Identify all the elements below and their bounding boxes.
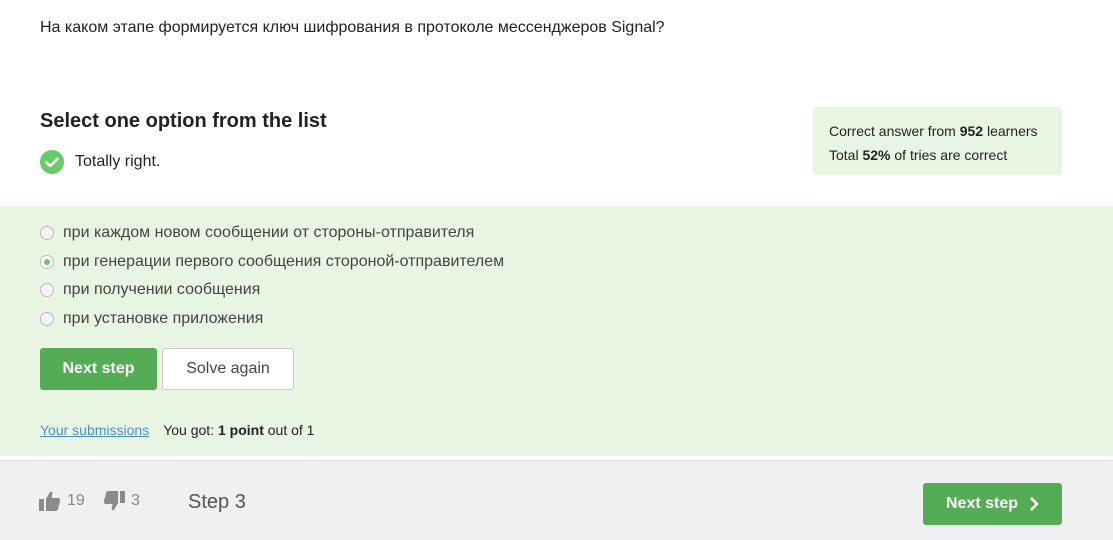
option-4[interactable]: при установке приложения (40, 310, 263, 328)
stats-line1-prefix: Correct answer from (829, 123, 960, 139)
instruction-heading: Select one option from the list (40, 110, 327, 132)
check-circle-icon (40, 150, 64, 174)
radio-button-selected[interactable] (40, 255, 54, 269)
step-label: Step 3 (188, 491, 246, 513)
submissions-row: Your submissions You got: 1 point out of… (40, 422, 314, 438)
radio-button[interactable] (40, 226, 54, 240)
stats-line2-suffix: of tries are correct (890, 147, 1008, 163)
correct-percent: 52% (862, 147, 891, 163)
option-label: при каждом новом сообщении от стороны-от… (63, 224, 475, 241)
stats-learners-line: Correct answer from 952 learners (829, 119, 1062, 143)
stats-line1-suffix: learners (983, 123, 1038, 139)
option-label: при установке приложения (63, 310, 264, 327)
chevron-right-icon (1030, 497, 1039, 511)
stats-percent-line: Total 52% of tries are correct (829, 143, 1062, 167)
score-suffix: out of 1 (263, 422, 315, 438)
result-text: Totally right. (75, 153, 161, 170)
question-text: На каком этапе формируется ключ шифрован… (40, 19, 665, 36)
footer-next-step-label: Next step (945, 495, 1019, 512)
stats-box: Correct answer from 952 learners Total 5… (813, 107, 1062, 175)
dislike-button[interactable]: 3 (103, 491, 140, 511)
dislike-count: 3 (131, 492, 140, 509)
radio-button[interactable] (40, 283, 54, 297)
footer-bar: 19 3 Step 3 Next step (0, 460, 1113, 540)
like-count: 19 (67, 492, 85, 509)
your-submissions-link[interactable]: Your submissions (40, 422, 149, 438)
stats-line2-prefix: Total (829, 147, 863, 163)
option-label: при генерации первого сообщения стороной… (63, 253, 505, 270)
option-3[interactable]: при получении сообщения (40, 281, 260, 299)
solve-again-button[interactable]: Solve again (162, 348, 294, 390)
thumbs-up-icon (39, 491, 61, 511)
radio-button[interactable] (40, 312, 54, 326)
footer-next-step-button[interactable]: Next step (923, 483, 1062, 525)
options-panel: при каждом новом сообщении от стороны-от… (0, 206, 1113, 456)
next-step-button[interactable]: Next step (40, 348, 157, 390)
like-button[interactable]: 19 (39, 491, 85, 511)
option-1[interactable]: при каждом новом сообщении от стороны-от… (40, 224, 474, 242)
score-text: You got: 1 point out of 1 (163, 422, 314, 438)
score-value: 1 point (217, 422, 264, 438)
score-prefix: You got: (163, 422, 218, 438)
option-2[interactable]: при генерации первого сообщения стороной… (40, 253, 504, 271)
result-row: Totally right. (40, 150, 160, 174)
thumbs-down-icon (103, 491, 125, 511)
learners-count: 952 (959, 123, 984, 139)
option-label: при получении сообщения (63, 281, 261, 298)
